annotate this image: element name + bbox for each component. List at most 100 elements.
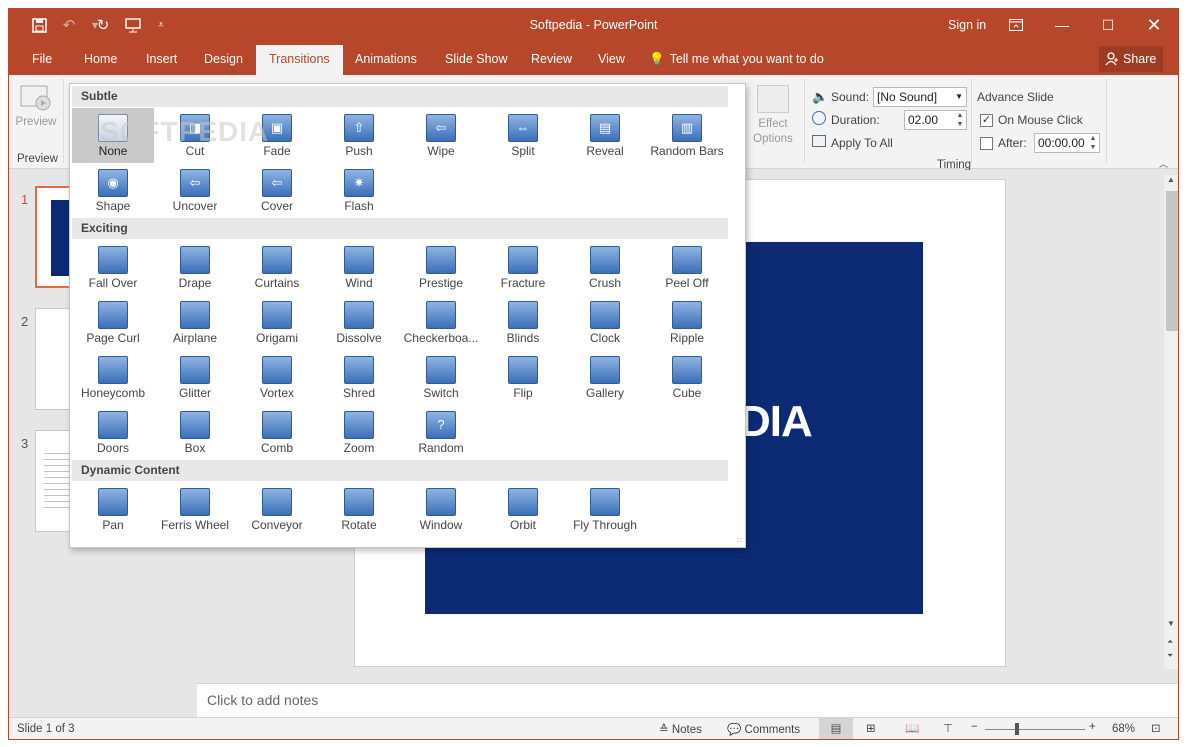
transition-wipe-icon: ⇦ xyxy=(426,114,456,142)
tell-me-box[interactable]: 💡 Tell me what you want to do xyxy=(649,45,824,75)
resize-grip-icon[interactable]: ⁙ xyxy=(735,535,743,546)
notes-toggle[interactable]: ≙ Notes xyxy=(659,722,702,736)
sound-select[interactable]: [No Sound] ▼ xyxy=(873,87,967,107)
transition-window[interactable]: Window xyxy=(400,482,482,537)
transition-drape[interactable]: Drape xyxy=(154,240,236,295)
on-mouse-click-checkbox[interactable]: ✓ xyxy=(980,114,993,127)
transition-reveal[interactable]: ▤ Reveal xyxy=(564,108,646,163)
transition-split[interactable]: ⇔ Split xyxy=(482,108,564,163)
minimize-icon[interactable]: — xyxy=(1039,9,1085,41)
vertical-scrollbar[interactable]: ▲ ▼ ⏶ ⏷ xyxy=(1164,175,1178,669)
apply-to-all-button[interactable]: Apply To All xyxy=(831,136,893,150)
transition-ripple[interactable]: Ripple xyxy=(646,295,728,350)
ribbon-display-options-icon[interactable] xyxy=(993,9,1039,41)
effect-options-button[interactable]: Effect Options xyxy=(747,85,799,149)
sign-in-link[interactable]: Sign in xyxy=(948,18,986,32)
transition-checkerboa[interactable]: Checkerboa... xyxy=(400,295,482,350)
after-checkbox[interactable] xyxy=(980,137,993,150)
transition-fracture[interactable]: Fracture xyxy=(482,240,564,295)
normal-view-icon[interactable]: ▤ xyxy=(819,718,853,739)
transition-cube[interactable]: Cube xyxy=(646,350,728,405)
tab-file[interactable]: File xyxy=(19,45,65,75)
transition-gallery[interactable]: Gallery xyxy=(564,350,646,405)
preview-button[interactable]: Preview xyxy=(13,81,59,141)
transition-conveyor[interactable]: Conveyor xyxy=(236,482,318,537)
chevron-down-icon: ▼ xyxy=(955,92,963,101)
transition-vortex[interactable]: Vortex xyxy=(236,350,318,405)
tab-review[interactable]: Review xyxy=(518,45,585,75)
notes-label: Notes xyxy=(671,724,702,736)
transition-shred[interactable]: Shred xyxy=(318,350,400,405)
transition-shape[interactable]: ◉ Shape xyxy=(72,163,154,218)
transition-push[interactable]: ⇧ Push xyxy=(318,108,400,163)
transition-fly-through[interactable]: Fly Through xyxy=(564,482,646,537)
zoom-out-icon[interactable]: − xyxy=(971,721,978,733)
collapse-ribbon-icon[interactable]: ︿ xyxy=(1159,157,1168,170)
transition-flash[interactable]: ✷ Flash xyxy=(318,163,400,218)
tab-transitions[interactable]: Transitions xyxy=(256,45,343,75)
transition-comb[interactable]: Comb xyxy=(236,405,318,460)
tab-slide-show[interactable]: Slide Show xyxy=(432,45,521,75)
transition-box[interactable]: Box xyxy=(154,405,236,460)
zoom-slider[interactable] xyxy=(985,723,1085,735)
slide-number: 3 xyxy=(21,436,29,451)
tab-view[interactable]: View xyxy=(585,45,638,75)
after-spinner[interactable]: ▲ ▼ xyxy=(1088,134,1098,152)
duration-spinner[interactable]: ▲ ▼ xyxy=(955,111,965,129)
transition-zoom[interactable]: Zoom xyxy=(318,405,400,460)
transition-label: Blinds xyxy=(506,331,540,345)
transition-clock[interactable]: Clock xyxy=(564,295,646,350)
reading-view-icon[interactable]: 📖 xyxy=(905,721,919,735)
transition-curtains[interactable]: Curtains xyxy=(236,240,318,295)
transition-gallery-icon xyxy=(590,356,620,384)
notes-placeholder: Click to add notes xyxy=(207,692,319,708)
powerpoint-window: ↶ ▾ ↻ ⩡ Softpedia - PowerPoint Sign in —… xyxy=(8,8,1179,740)
transition-page-curl[interactable]: Page Curl xyxy=(72,295,154,350)
maximize-icon[interactable]: ☐ xyxy=(1085,9,1131,41)
transition-flip[interactable]: Flip xyxy=(482,350,564,405)
transition-glitter[interactable]: Glitter xyxy=(154,350,236,405)
close-icon[interactable]: ✕ xyxy=(1131,9,1177,41)
transition-label: Glitter xyxy=(178,386,211,400)
tab-design[interactable]: Design xyxy=(191,45,256,75)
transition-wipe[interactable]: ⇦ Wipe xyxy=(400,108,482,163)
notes-pane[interactable]: Click to add notes xyxy=(197,683,1178,717)
transition-random-bars[interactable]: ▥ Random Bars xyxy=(646,108,728,163)
transition-rotate[interactable]: Rotate xyxy=(318,482,400,537)
transition-wind[interactable]: Wind xyxy=(318,240,400,295)
transition-random[interactable]: ? Random xyxy=(400,405,482,460)
transition-airplane[interactable]: Airplane xyxy=(154,295,236,350)
transition-conveyor-icon xyxy=(262,488,292,516)
transition-prestige[interactable]: Prestige xyxy=(400,240,482,295)
slideshow-view-icon[interactable]: ⊤ xyxy=(943,721,953,735)
transition-fall-over[interactable]: Fall Over xyxy=(72,240,154,295)
transition-peel-off[interactable]: Peel Off xyxy=(646,240,728,295)
transition-pan[interactable]: Pan xyxy=(72,482,154,537)
slide-sorter-icon[interactable]: ⊞ xyxy=(866,721,876,735)
transition-label: Cube xyxy=(672,386,702,400)
share-button[interactable]: Share xyxy=(1099,46,1163,72)
sound-label: Sound: xyxy=(831,90,870,104)
tab-insert[interactable]: Insert xyxy=(133,45,190,75)
transition-ferris-wheel[interactable]: Ferris Wheel xyxy=(154,482,236,537)
transition-honeycomb[interactable]: Honeycomb xyxy=(72,350,154,405)
transition-ripple-icon xyxy=(672,301,702,329)
transition-cover[interactable]: ⇦ Cover xyxy=(236,163,318,218)
zoom-level[interactable]: 68% xyxy=(1112,723,1135,735)
transition-origami[interactable]: Origami xyxy=(236,295,318,350)
zoom-in-icon[interactable]: + xyxy=(1089,721,1096,733)
tab-animations[interactable]: Animations xyxy=(342,45,430,75)
transition-label: Shape xyxy=(95,199,131,213)
transition-crush[interactable]: Crush xyxy=(564,240,646,295)
transition-blinds[interactable]: Blinds xyxy=(482,295,564,350)
transition-dissolve[interactable]: Dissolve xyxy=(318,295,400,350)
transition-doors[interactable]: Doors xyxy=(72,405,154,460)
transition-orbit[interactable]: Orbit xyxy=(482,482,564,537)
transition-label: Crush xyxy=(588,276,621,290)
comments-toggle[interactable]: 💬 Comments xyxy=(727,722,800,736)
transition-shape-icon: ◉ xyxy=(98,169,128,197)
transition-uncover[interactable]: ⇦ Uncover xyxy=(154,163,236,218)
fit-to-window-icon[interactable]: ⊡ xyxy=(1151,721,1161,735)
tab-home[interactable]: Home xyxy=(71,45,130,75)
transition-switch[interactable]: Switch xyxy=(400,350,482,405)
